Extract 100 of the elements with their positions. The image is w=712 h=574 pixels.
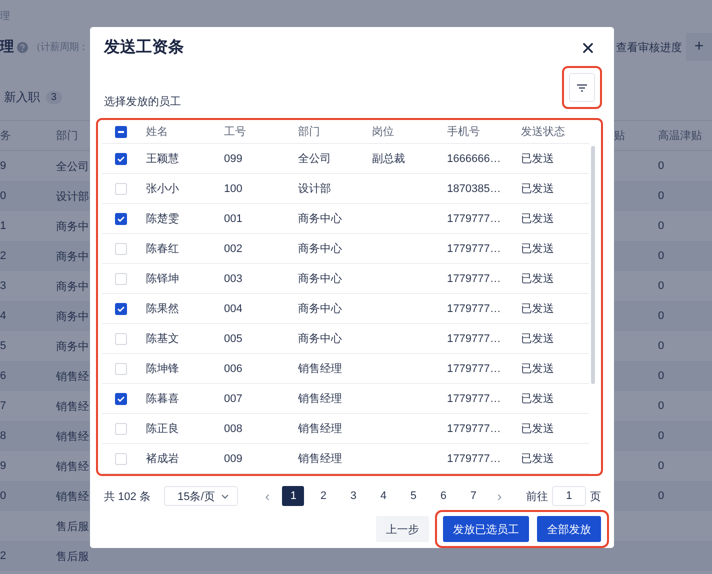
- table-cell: 7: [0, 400, 6, 412]
- row-checkbox[interactable]: [114, 152, 126, 165]
- dialog-button[interactable]: 全部发放: [537, 516, 601, 542]
- column-header: 部门: [297, 124, 321, 140]
- table-cell: 销售经理: [298, 363, 342, 376]
- table-cell: 副总裁: [372, 153, 405, 166]
- dialog-button[interactable]: 上一步: [376, 516, 429, 542]
- table-cell: 商务中心: [298, 333, 342, 346]
- table-cell: 009: [224, 452, 242, 465]
- table-cell: 6: [0, 370, 6, 382]
- filter-button[interactable]: [569, 73, 595, 102]
- table-cell: 全公司: [298, 153, 331, 166]
- select-all-checkbox[interactable]: [114, 126, 126, 138]
- scrollbar[interactable]: [591, 146, 595, 384]
- row-checkbox[interactable]: [114, 302, 126, 315]
- table-cell: 9: [0, 160, 6, 172]
- table-cell: 001: [224, 212, 242, 225]
- table-cell: 商务中心: [298, 243, 342, 256]
- table-cell: 商务中: [56, 280, 89, 292]
- goto-label: 前往: [526, 490, 548, 504]
- table-cell: 商务中: [56, 220, 89, 232]
- table-cell: 0: [658, 250, 664, 262]
- table-cell: 1666666…: [447, 152, 501, 165]
- table-cell: 已发送: [521, 303, 554, 316]
- table-cell: 陈正良: [146, 423, 179, 436]
- section-label: 选择发放的员工: [104, 95, 181, 110]
- table-cell: 已发送: [521, 453, 554, 466]
- table-cell: 陈暮喜: [146, 393, 179, 406]
- table-cell: 1779777…: [447, 242, 501, 255]
- add-button[interactable]: +: [686, 33, 712, 61]
- page-number[interactable]: 6: [432, 486, 454, 506]
- column-header: 务: [0, 130, 11, 142]
- table-cell: 设计部: [298, 183, 331, 196]
- page-size-select[interactable]: 15条/页: [164, 486, 238, 506]
- page-number[interactable]: 1: [282, 486, 304, 506]
- table-cell: 陈铎坤: [146, 273, 179, 286]
- table-cell: 0: [0, 490, 6, 502]
- page-number[interactable]: 4: [372, 486, 394, 506]
- page-number[interactable]: 2: [312, 486, 334, 506]
- table-cell: 0: [658, 160, 664, 172]
- table-cell: 已发送: [521, 423, 554, 436]
- table-cell: 销售经理: [298, 423, 342, 436]
- help-icon: [17, 42, 28, 52]
- pay-cycle-label: （计薪周期：: [31, 40, 88, 54]
- table-cell: 1779777…: [447, 392, 501, 405]
- table-cell: 褚成岩: [146, 453, 179, 466]
- table-cell: 设计部: [56, 190, 89, 202]
- table-cell: 0: [658, 430, 664, 442]
- table-cell: 0: [658, 400, 664, 412]
- table-cell: 100: [224, 182, 242, 195]
- table-cell: 销售经理: [298, 453, 342, 466]
- table-cell: 005: [224, 332, 242, 345]
- table-cell: 003: [224, 272, 242, 285]
- table-cell: 1779777…: [447, 452, 501, 465]
- table-cell: 007: [224, 392, 242, 405]
- check-icon: [116, 396, 124, 402]
- table-cell: 2: [0, 250, 6, 262]
- table-cell: 陈果然: [146, 303, 179, 316]
- table-cell: 销售经: [56, 430, 89, 442]
- filter-icon: [577, 84, 587, 92]
- tab[interactable]: 新入职 3: [0, 84, 66, 110]
- page-number[interactable]: 7: [462, 486, 484, 506]
- column-header: 发送状态: [520, 124, 566, 140]
- table-cell: 售后服: [56, 520, 89, 532]
- table-cell: 099: [224, 152, 242, 165]
- table-cell: 商务中: [56, 310, 89, 322]
- table-cell: 商务中: [56, 250, 89, 262]
- dialog-button[interactable]: 发放已选员工: [443, 516, 529, 542]
- table-cell: 已发送: [521, 243, 554, 256]
- table-cell: 1: [0, 220, 6, 232]
- table-cell: 0: [658, 490, 664, 502]
- chevron-down-icon: [221, 494, 230, 499]
- tab-label: 新入职: [4, 88, 40, 106]
- table-cell: 张小小: [146, 183, 179, 196]
- page-number[interactable]: 5: [402, 486, 424, 506]
- table-cell: 已发送: [521, 333, 554, 346]
- table-cell: 0: [658, 190, 664, 202]
- table-cell: 陈楚雯: [146, 213, 179, 226]
- table-cell: 全公司: [56, 160, 89, 172]
- row-checkbox[interactable]: [114, 212, 126, 225]
- table-cell: 商务中心: [298, 273, 342, 286]
- column-header: 姓名: [145, 125, 169, 140]
- table-cell: 销售经理: [298, 393, 342, 406]
- page-title: 理: [0, 38, 14, 56]
- page-input[interactable]: 1: [552, 486, 586, 506]
- table-cell: 商务中心: [298, 213, 342, 226]
- table-cell: 4: [0, 310, 6, 322]
- table-cell: 0: [658, 280, 664, 292]
- table-cell: 已发送: [521, 393, 554, 406]
- table-cell: 王颖慧: [146, 153, 179, 166]
- page-unit-label: 页: [590, 490, 601, 504]
- table-cell: 陈春红: [146, 243, 179, 256]
- row-checkbox[interactable]: [114, 392, 126, 405]
- table-cell: 销售经: [56, 460, 89, 472]
- table-cell: 已发送: [521, 153, 554, 166]
- page-number[interactable]: 3: [342, 486, 364, 506]
- check-icon: [116, 216, 124, 222]
- table-cell: 004: [224, 302, 242, 315]
- count-badge: 3: [46, 90, 62, 104]
- table-cell: 008: [224, 422, 242, 435]
